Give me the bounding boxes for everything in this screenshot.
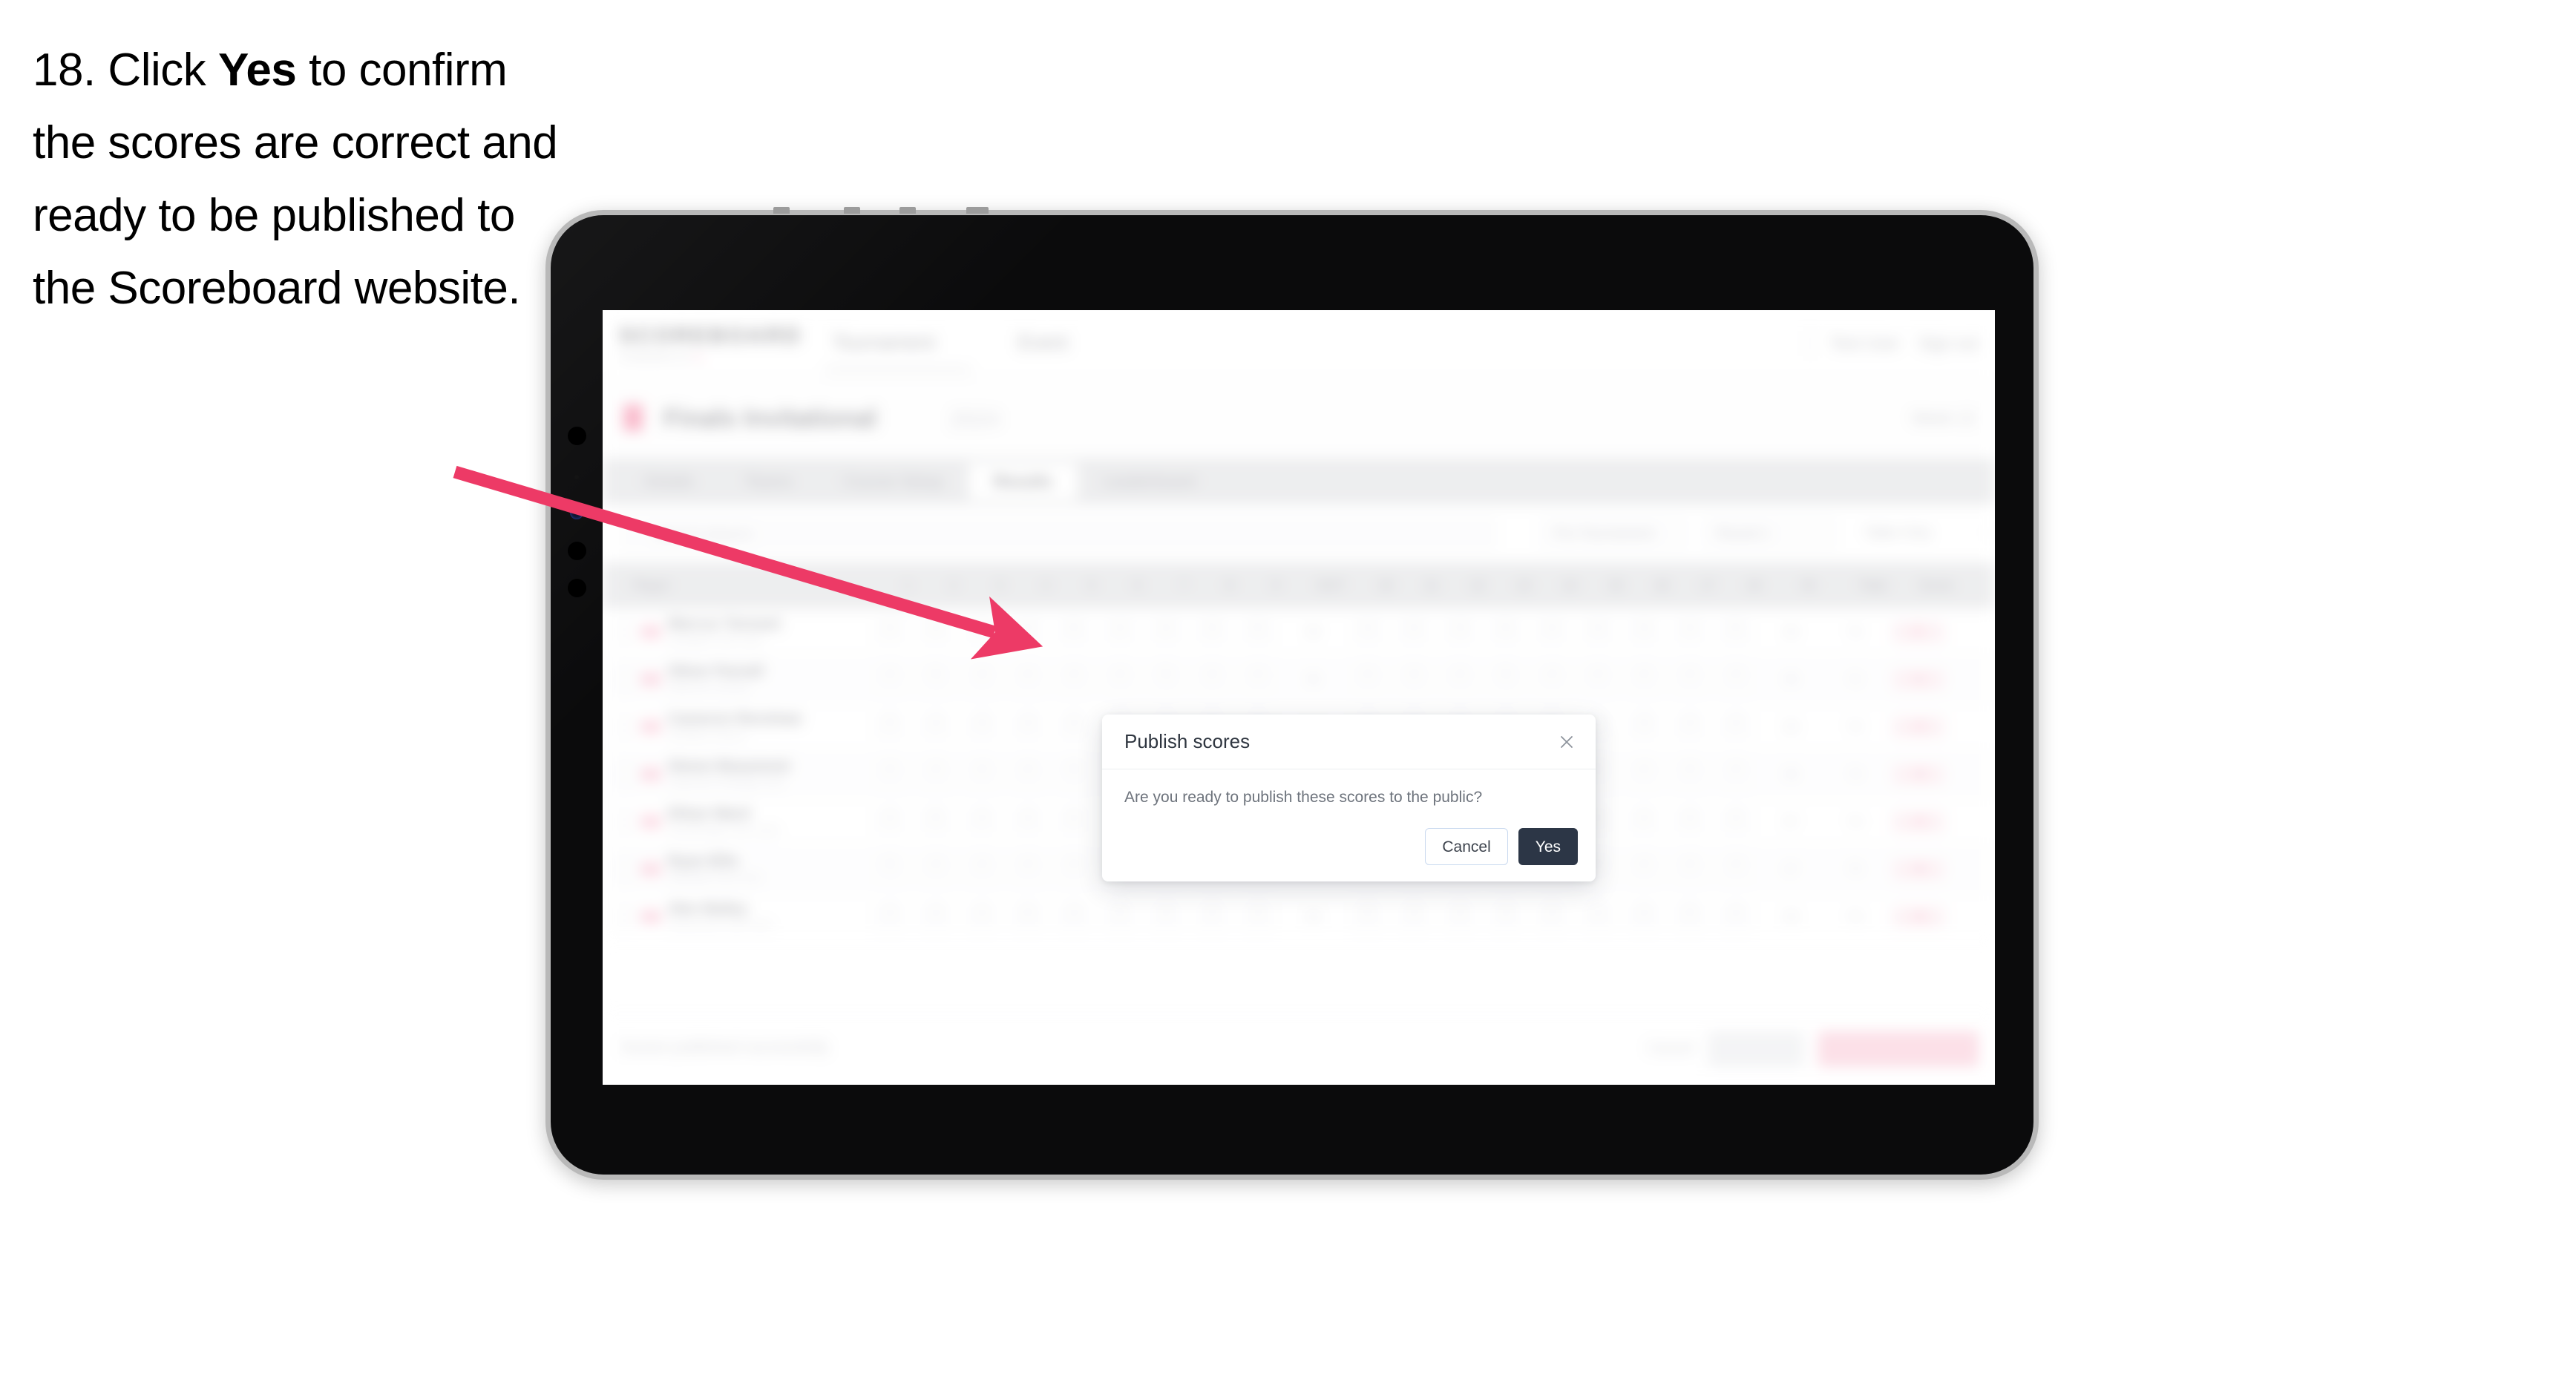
caption-step-number: 18. [33, 45, 96, 96]
camera-lens-3-icon [570, 506, 583, 519]
close-icon[interactable] [1556, 731, 1578, 753]
tablet-screen: SCOREBOARD POWERED BY ● Tournament Event… [603, 310, 1995, 1085]
caption-emphasis: Yes [217, 45, 297, 96]
dialog-header: Publish scores [1102, 715, 1596, 769]
dialog-title: Publish scores [1124, 730, 1251, 752]
instruction-caption: 18. Click Yes to confirm the scores are … [33, 34, 567, 325]
dialog-actions: Cancel Yes [1425, 828, 1578, 865]
device-top-button-1 [773, 207, 790, 214]
dialog-message: Are you ready to publish these scores to… [1124, 789, 1483, 806]
camera-lens-1-icon [568, 427, 586, 445]
modal-scrim [603, 310, 1995, 1085]
tablet-device: SCOREBOARD POWERED BY ● Tournament Event… [545, 207, 2039, 1180]
confirm-yes-button[interactable]: Yes [1518, 828, 1578, 865]
device-top-button-2 [844, 207, 860, 214]
camera-lens-5-icon [568, 579, 586, 597]
caption-text-before: Click [95, 45, 218, 96]
device-top-button-3 [899, 207, 916, 214]
device-top-button-4 [966, 207, 989, 214]
camera-lens-4-icon [568, 542, 586, 560]
cancel-button[interactable]: Cancel [1425, 828, 1508, 865]
publish-scores-dialog: Publish scores Are you ready to publish … [1102, 715, 1596, 881]
camera-lens-2-icon [574, 475, 579, 479]
